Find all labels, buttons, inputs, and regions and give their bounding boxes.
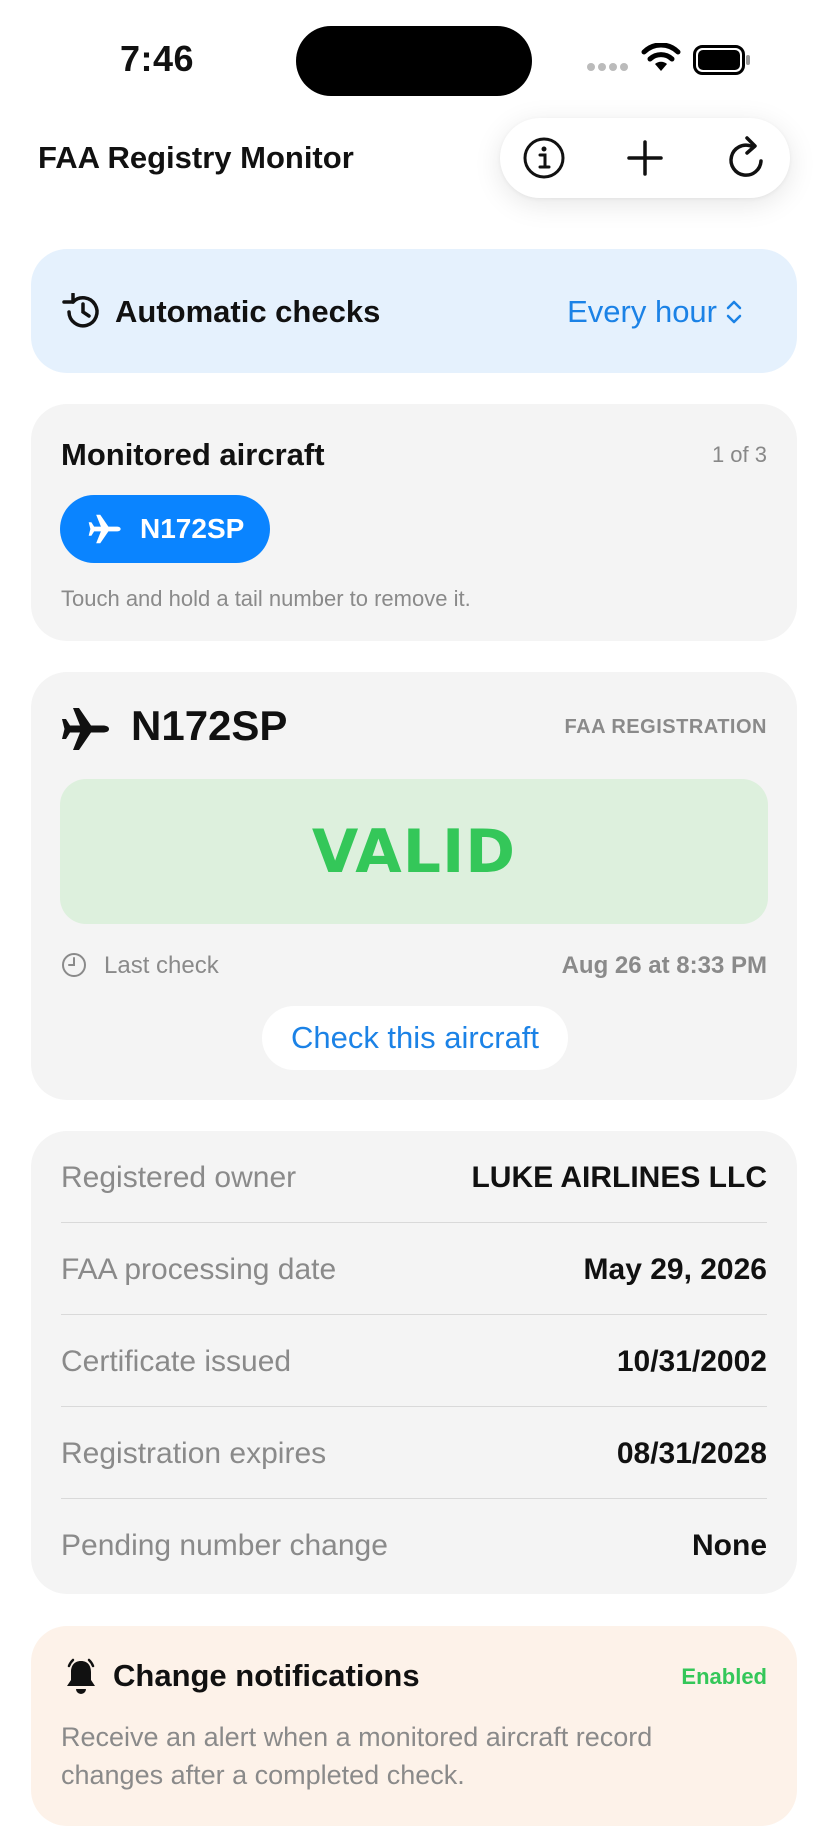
detail-row-registration-expires: Registration expires 08/31/2028	[61, 1407, 767, 1499]
airplane-icon	[62, 708, 109, 750]
check-frequency-picker[interactable]: Every hour	[567, 294, 743, 330]
detail-label: FAA processing date	[61, 1253, 337, 1286]
monitored-aircraft-title: Monitored aircraft	[61, 437, 325, 472]
change-notifications-card[interactable]: Change notifications Enabled Receive an …	[31, 1626, 797, 1826]
tail-number-chip[interactable]: N172SP	[60, 495, 270, 563]
check-aircraft-button[interactable]: Check this aircraft	[262, 1006, 568, 1070]
detail-row-certificate-issued: Certificate issued 10/31/2002	[61, 1315, 767, 1407]
detail-value: 08/31/2028	[616, 1437, 767, 1470]
toolbar	[500, 118, 790, 198]
chevron-up-down-icon	[726, 300, 742, 324]
automatic-checks-label: Automatic checks	[115, 294, 381, 329]
refresh-button[interactable]	[717, 128, 777, 188]
dynamic-island	[296, 26, 532, 96]
aircraft-status-card: N172SP FAA REGISTRATION VALID Last check…	[31, 672, 797, 1100]
detail-row-registered-owner: Registered owner LUKE AIRLINES LLC	[61, 1131, 767, 1223]
notifications-description: Receive an alert when a monitored aircra…	[61, 1722, 653, 1790]
detail-row-processing-date: FAA processing date May 29, 2026	[61, 1223, 767, 1315]
remove-hint: Touch and hold a tail number to remove i…	[61, 586, 471, 611]
detail-label: Certificate issued	[61, 1345, 292, 1378]
tail-number-chip-label: N172SP	[140, 513, 245, 544]
status-bar: 7:46	[0, 0, 828, 110]
app-title: FAA Registry Monitor	[38, 140, 354, 175]
last-check-label: Last check	[104, 952, 219, 979]
check-frequency-value: Every hour	[567, 294, 717, 329]
monitored-aircraft-card: Monitored aircraft 1 of 3 N172SP Touch a…	[31, 404, 797, 641]
notifications-status: Enabled	[681, 1664, 767, 1689]
monitored-aircraft-count: 1 of 3	[711, 442, 767, 467]
status-time: 7:46	[120, 38, 195, 79]
history-clock-icon	[62, 293, 99, 328]
registration-details-card: Registered owner LUKE AIRLINES LLC FAA p…	[31, 1131, 797, 1594]
refresh-icon	[729, 136, 763, 177]
automatic-checks-card: Automatic checks Every hour	[31, 249, 797, 373]
registration-status: VALID	[311, 816, 517, 887]
registration-source-label: FAA REGISTRATION	[564, 716, 767, 738]
cellular-signal-icon	[587, 63, 628, 71]
airplane-icon	[88, 514, 121, 544]
clock-icon	[62, 953, 86, 977]
aircraft-tail-number: N172SP	[131, 702, 288, 749]
plus-icon	[627, 140, 663, 176]
detail-row-pending-number-change: Pending number change None	[61, 1499, 767, 1590]
notifications-title: Change notifications	[113, 1658, 420, 1693]
detail-value: LUKE AIRLINES LLC	[471, 1161, 767, 1194]
bell-badge-icon	[67, 1658, 95, 1694]
wifi-icon	[641, 43, 681, 71]
last-check-value: Aug 26 at 8:33 PM	[561, 952, 767, 979]
detail-label: Registered owner	[61, 1161, 297, 1194]
detail-value: 10/31/2002	[616, 1345, 767, 1378]
detail-label: Pending number change	[61, 1529, 388, 1562]
registration-status-panel: VALID	[60, 779, 768, 924]
info-button[interactable]	[514, 128, 574, 188]
battery-icon	[693, 45, 750, 75]
add-aircraft-button[interactable]	[615, 128, 675, 188]
detail-label: Registration expires	[61, 1437, 327, 1470]
info-circle-icon	[523, 137, 565, 179]
detail-value: May 29, 2026	[583, 1253, 767, 1286]
detail-value: None	[692, 1529, 767, 1562]
